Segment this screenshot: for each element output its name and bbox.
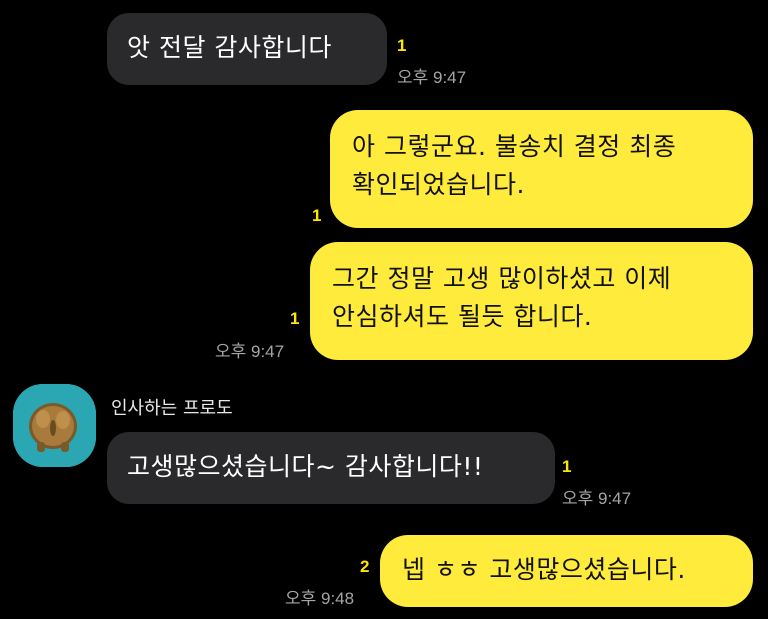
message-timestamp: 오후 9:48	[285, 589, 355, 608]
message-timestamp: 오후 9:47	[562, 489, 632, 508]
frodo-bear-character-icon	[13, 384, 96, 467]
chat-room: 앗 전달 감사합니다 1 오후 9:47 아 그렇군요. 불송치 결정 최종 확…	[0, 0, 768, 619]
incoming-message-bubble[interactable]: 앗 전달 감사합니다	[107, 13, 387, 85]
outgoing-message-bubble[interactable]: 아 그렇군요. 불송치 결정 최종 확인되었습니다.	[330, 110, 753, 228]
unread-count: 1	[562, 457, 572, 476]
message-timestamp: 오후 9:47	[397, 68, 467, 87]
unread-count: 1	[397, 36, 407, 55]
incoming-message-bubble[interactable]: 고생많으셨습니다~ 감사합니다!!	[107, 432, 555, 504]
outgoing-message-bubble[interactable]: 넵 ㅎㅎ 고생많으셨습니다.	[380, 535, 753, 607]
outgoing-message-bubble[interactable]: 그간 정말 고생 많이하셨고 이제 안심하셔도 될듯 합니다.	[310, 242, 753, 360]
unread-count: 1	[312, 206, 322, 225]
sender-name: 인사하는 프로도	[111, 398, 233, 419]
unread-count: 2	[360, 557, 370, 576]
sender-avatar[interactable]	[13, 384, 96, 467]
unread-count: 1	[290, 309, 300, 328]
message-timestamp: 오후 9:47	[215, 342, 285, 361]
